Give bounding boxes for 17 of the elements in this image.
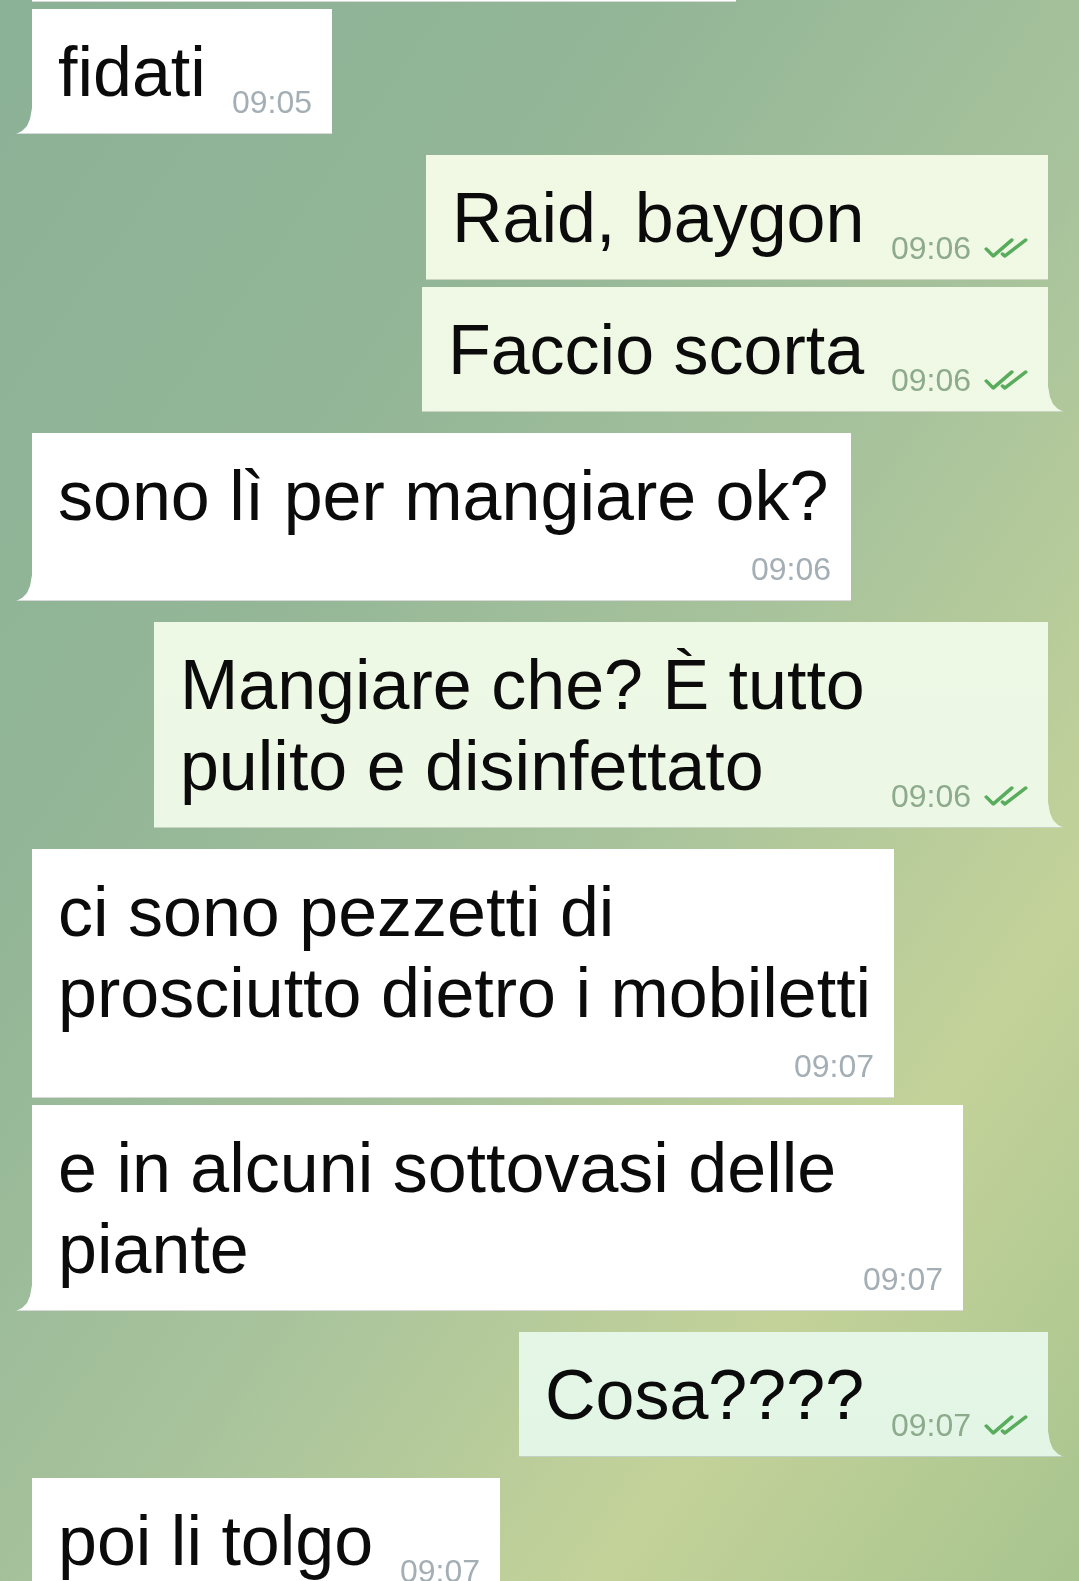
message-time: 09:06: [890, 780, 971, 812]
message-text: e in alcuni sottovasi delle piante: [58, 1128, 838, 1290]
message-time: 09:05: [232, 86, 313, 118]
message-text: Faccio scorta: [447, 310, 866, 391]
message-time: 09:07: [863, 1263, 944, 1295]
message-time: 09:06: [750, 553, 831, 585]
message-text: Raid, baygon: [451, 178, 866, 259]
message-text: ci sono pezzetti di prosciutto dietro i mobiletti: [58, 872, 873, 1034]
message-text: fidati: [58, 32, 207, 113]
message-time: 09:07: [793, 1050, 874, 1082]
message-time: 09:06: [890, 364, 971, 396]
message-time: 09:06: [890, 232, 971, 264]
message-text: Cosa????: [544, 1355, 866, 1436]
message-text: sono lì per mangiare ok?: [58, 456, 830, 537]
message-text: poi li tolgo: [58, 1501, 375, 1581]
message-text: Mangiare che? È tutto pulito e disinfettato: [179, 645, 866, 807]
message-time: 09:07: [890, 1409, 971, 1441]
